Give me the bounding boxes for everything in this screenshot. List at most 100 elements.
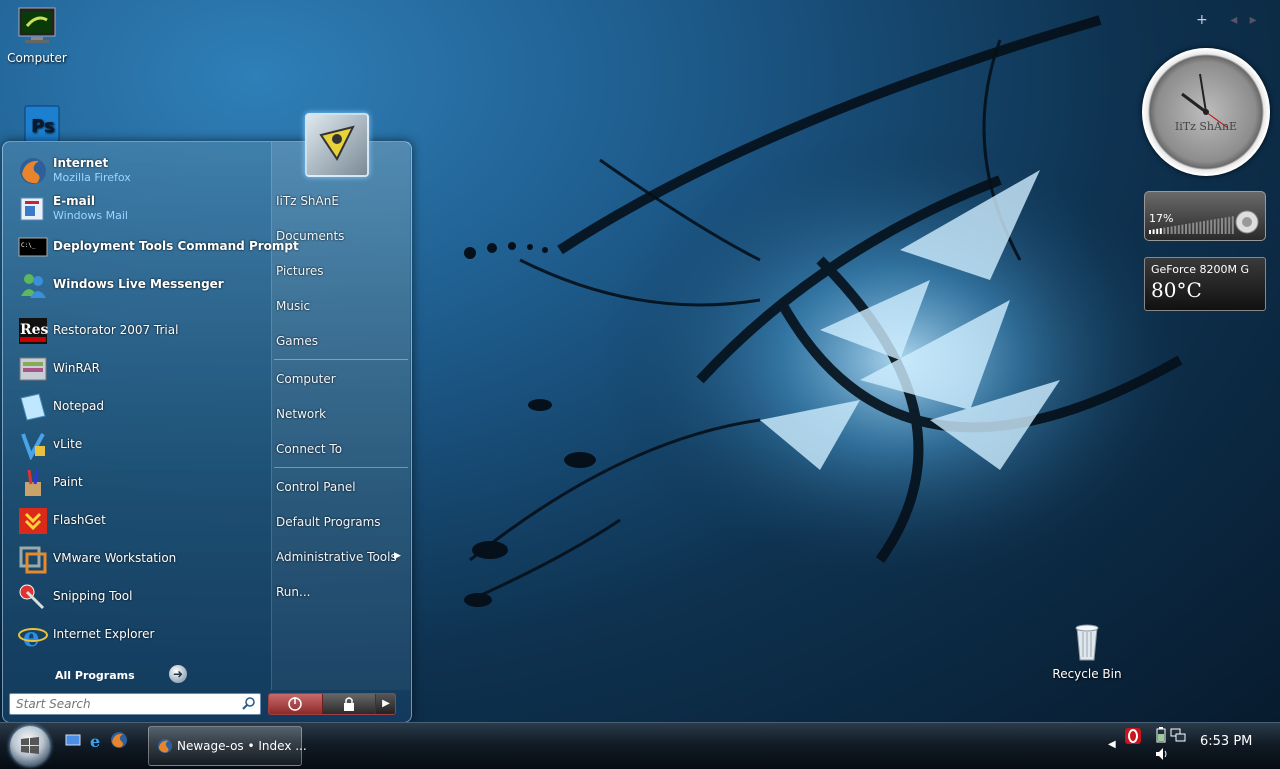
program-vlite[interactable]: vLite (13, 428, 269, 462)
battery-icon[interactable] (1154, 727, 1168, 743)
volume-bar (1231, 216, 1234, 234)
start-menu-programs-pane: Internet Mozilla Firefox E-mail Windows … (9, 148, 299, 688)
program-internet-explorer[interactable]: e Internet Explorer (13, 618, 269, 652)
power-button[interactable] (269, 694, 321, 714)
power-options-arrow[interactable]: ▶ (375, 694, 395, 714)
program-name: Deployment Tools Command Prompt (53, 239, 299, 253)
link-default-programs[interactable]: Default Programs (276, 515, 381, 529)
program-windows-live-messenger[interactable]: Windows Live Messenger (13, 268, 269, 302)
program-paint[interactable]: Paint (13, 466, 269, 500)
menu-separator (274, 359, 408, 360)
scissors-icon (19, 584, 45, 610)
link-music[interactable]: Music (276, 299, 310, 313)
program-winrar[interactable]: WinRAR (13, 352, 269, 386)
link-user-folder[interactable]: IiTz ShAnE (276, 194, 339, 208)
volume-bar (1213, 219, 1216, 234)
sidebar-controls[interactable]: + ◂ ▸ (1196, 12, 1257, 28)
pinned-item-name: E-mail (53, 194, 96, 208)
program-name: Restorator 2007 Trial (53, 323, 179, 337)
winrar-icon (19, 357, 47, 381)
pinned-item-internet[interactable]: Internet Mozilla Firefox (13, 154, 269, 188)
program-name: FlashGet (53, 513, 106, 527)
volume-bar (1203, 221, 1205, 234)
submenu-arrow-icon: ▶ (394, 551, 401, 561)
start-button[interactable] (10, 726, 50, 766)
volume-bar (1210, 219, 1213, 234)
windows-logo-icon (21, 737, 39, 754)
volume-gadget[interactable]: 17% (1144, 191, 1266, 241)
volume-bar (1199, 221, 1202, 234)
link-documents[interactable]: Documents (276, 229, 344, 243)
program-name: WinRAR (53, 361, 100, 375)
show-desktop-icon[interactable] (64, 731, 82, 749)
link-connect-to[interactable]: Connect To (276, 442, 342, 456)
link-control-panel[interactable]: Control Panel (276, 480, 356, 494)
link-computer[interactable]: Computer (276, 372, 336, 386)
program-vmware-workstation[interactable]: VMware Workstation (13, 542, 269, 576)
volume-bar (1195, 222, 1198, 234)
previous-icon[interactable]: ◂ (1230, 12, 1237, 28)
internet-explorer-icon: e (18, 623, 48, 650)
gpu-temperature: 80°C (1151, 278, 1202, 302)
volume-bar (1221, 218, 1223, 234)
firefox-icon (157, 738, 173, 754)
search-icon[interactable] (242, 696, 256, 710)
user-avatar-icon (319, 125, 355, 161)
arrow-right-icon[interactable]: ➜ (169, 665, 187, 683)
link-games[interactable]: Games (276, 334, 318, 348)
user-account-picture[interactable] (305, 113, 369, 177)
lock-button[interactable] (322, 694, 375, 714)
taskbar-window-button[interactable]: Newage-os • Index ... (148, 726, 307, 766)
link-administrative-tools[interactable]: Administrative Tools (276, 550, 397, 564)
link-pictures[interactable]: Pictures (276, 264, 324, 278)
desktop-icon-label: Computer (7, 51, 67, 65)
vmware-icon (19, 546, 47, 574)
command-prompt-icon: C:\_ (18, 237, 48, 257)
program-flashget[interactable]: FlashGet (13, 504, 269, 538)
program-name: Notepad (53, 399, 104, 413)
internet-explorer-icon[interactable]: e (87, 731, 105, 749)
taskbar-clock[interactable]: 6:53 PM (1200, 734, 1252, 749)
svg-text:Res: Res (20, 322, 49, 338)
link-network[interactable]: Network (276, 407, 326, 421)
start-search-box[interactable] (9, 693, 261, 715)
speaker-icon[interactable] (1154, 747, 1170, 761)
desktop-icon-recycle-bin[interactable]: Recycle Bin (1051, 622, 1123, 681)
pinned-item-email[interactable]: E-mail Windows Mail (13, 192, 269, 226)
svg-text:e: e (23, 623, 40, 650)
desktop-icon-label: Recycle Bin (1052, 667, 1122, 681)
clock-gadget[interactable]: IiTz ShAnE (1142, 48, 1270, 176)
paint-icon (25, 469, 41, 496)
volume-bar (1152, 229, 1155, 234)
program-restorator[interactable]: Res Restorator 2007 Trial (13, 314, 269, 348)
program-deployment-tools[interactable]: C:\_ Deployment Tools Command Prompt (13, 230, 299, 264)
volume-bar (1224, 217, 1227, 234)
firefox-icon[interactable] (110, 731, 128, 749)
pinned-item-subtitle: Windows Mail (53, 209, 128, 222)
volume-bar (1156, 228, 1159, 234)
volume-bar (1217, 218, 1220, 234)
notepad-icon (20, 393, 46, 421)
next-icon[interactable]: ▸ (1250, 12, 1257, 28)
desktop-icon-computer[interactable]: Computer (2, 6, 72, 65)
computer-icon (18, 7, 56, 43)
gpu-name: GeForce 8200M G (1151, 263, 1250, 276)
show-hidden-icons-arrow[interactable]: ◀ (1108, 739, 1116, 750)
volume-bar (1170, 226, 1173, 234)
program-snipping-tool[interactable]: Snipping Tool (13, 580, 269, 614)
volume-bar (1206, 220, 1209, 234)
opera-icon[interactable] (1124, 727, 1142, 745)
program-notepad[interactable]: Notepad (13, 390, 269, 424)
network-icon[interactable] (1170, 727, 1186, 743)
all-programs-button[interactable]: All Programs (55, 669, 135, 682)
firefox-icon (20, 158, 46, 184)
start-search-input[interactable] (14, 694, 240, 714)
add-gadget-icon[interactable]: + (1196, 12, 1208, 28)
clock-gadget-label: IiTz ShAnE (1174, 120, 1238, 133)
gpu-temperature-gadget[interactable]: GeForce 8200M G 80°C (1144, 257, 1266, 311)
link-run[interactable]: Run... (276, 585, 310, 599)
start-menu: Internet Mozilla Firefox E-mail Windows … (2, 141, 412, 723)
volume-bar (1149, 230, 1151, 234)
volume-bar (1181, 224, 1184, 234)
svg-text:C:\_: C:\_ (21, 242, 36, 249)
